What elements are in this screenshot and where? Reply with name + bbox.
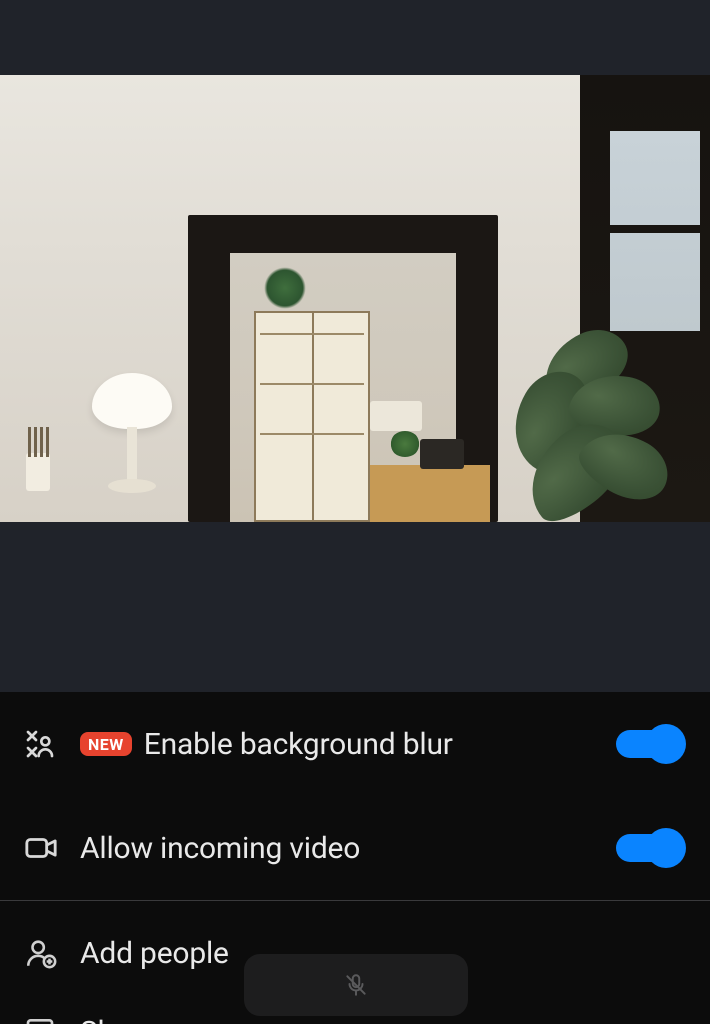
video-preview [0,75,710,522]
option-label: Allow incoming video [80,831,360,866]
new-badge: NEW [80,732,132,756]
mute-indicator[interactable] [244,954,468,1016]
background-blur-toggle[interactable] [616,724,686,764]
mic-muted-icon [343,972,369,998]
room-cabinet [254,311,370,522]
share-screen-icon [24,1015,80,1024]
add-people-icon [24,936,80,970]
room-plant [470,325,650,522]
option-incoming-video[interactable]: Allow incoming video [0,796,710,900]
background-blur-icon [24,728,80,760]
option-background-blur[interactable]: NEW Enable background blur [0,692,710,796]
video-icon [24,831,80,865]
room-lamp [92,373,172,429]
incoming-video-toggle[interactable] [616,828,686,868]
option-label: Enable background blur [144,727,453,762]
action-label: Add people [80,936,229,971]
action-label: Share screen [80,1015,251,1024]
